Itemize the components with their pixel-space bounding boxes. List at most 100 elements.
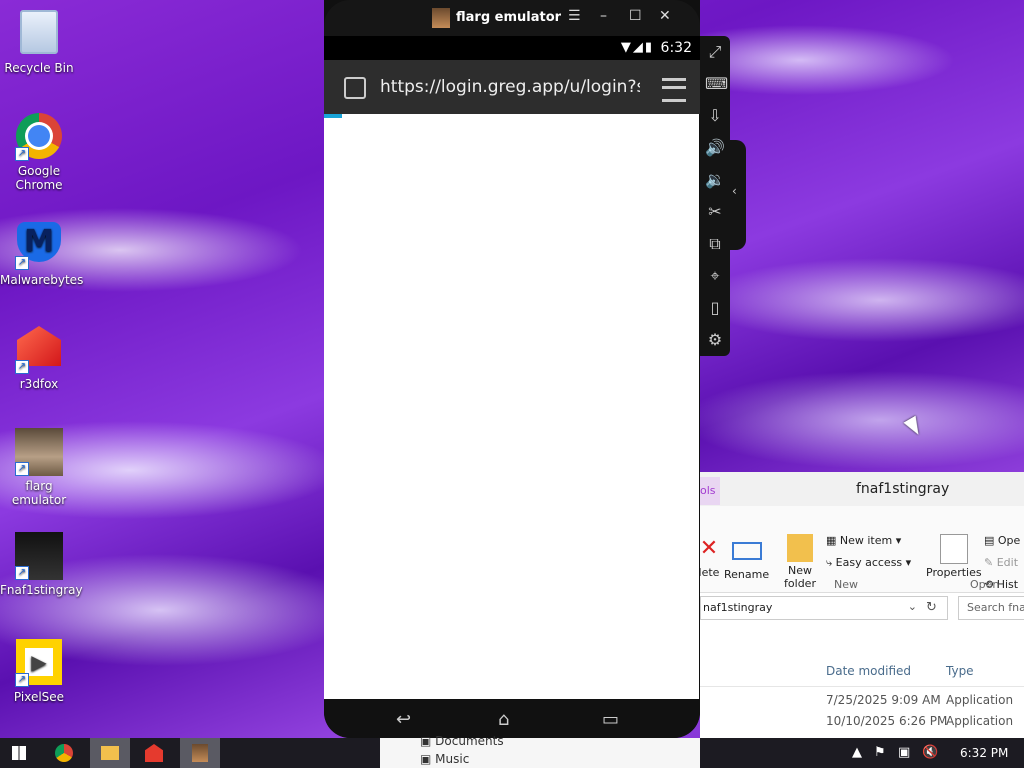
new-item-icon: ▦ xyxy=(826,534,840,547)
settings-gear-icon[interactable]: ⚙ xyxy=(705,330,725,350)
taskbar-clock[interactable]: 6:32 PM xyxy=(960,746,1008,760)
tabs-menu-icon[interactable] xyxy=(662,78,686,102)
address-bar[interactable]: naf1stingray ⌄ xyxy=(700,596,948,620)
folder-icon: ▣ xyxy=(420,752,436,766)
shortcut-arrow-icon: ↗ xyxy=(15,462,29,476)
r3dfox-icon: ↗ xyxy=(15,326,63,374)
delete-x-icon: ✕ xyxy=(700,536,719,561)
taskbar-flarg-emulator[interactable] xyxy=(180,738,220,768)
explorer-title: fnaf1stingray xyxy=(856,481,950,497)
nav-item-music[interactable]: ▣ Music xyxy=(420,752,469,766)
edit-button[interactable]: ✎ Edit xyxy=(984,556,1018,569)
open-icon: ▤ xyxy=(984,534,998,547)
desktop-icon-pixelsee[interactable]: ↗ PixelSee xyxy=(0,638,78,704)
new-folder-button[interactable]: New folder xyxy=(784,534,816,590)
file-explorer-window: ols fnaf1stingray ✕ lete Rename New fold… xyxy=(700,472,1024,738)
system-tray: ▲ ⚑ ▣ 🔇 6:32 PM xyxy=(700,738,1024,768)
taskbar-r3dfox[interactable] xyxy=(134,738,174,768)
home-icon[interactable]: ⌂ xyxy=(498,709,509,730)
table-row[interactable]: 7/25/2025 9:09 AM Application xyxy=(700,690,1024,711)
chrome-icon xyxy=(55,744,73,762)
volume-muted-icon[interactable]: 🔇 xyxy=(922,745,938,760)
search-placeholder: Search fnaf xyxy=(967,601,1024,614)
table-row[interactable]: 10/10/2025 6:26 PM Application xyxy=(700,711,1024,732)
desktop-icon-label: r3dfox xyxy=(19,377,59,391)
emulator-close-button[interactable]: ✕ xyxy=(659,8,671,24)
multi-instance-icon[interactable]: ⧉ xyxy=(705,234,725,254)
search-box[interactable]: Search fnaf xyxy=(958,596,1024,620)
emulator-titlebar[interactable]: flarg emulator ☰ – ☐ ✕ xyxy=(324,0,700,36)
screenshot-cut-icon[interactable]: ✂ xyxy=(705,202,725,222)
desktop-icon-label: Fnaf1stingray xyxy=(0,583,83,597)
flarg-emulator-icon xyxy=(192,744,208,762)
rename-button[interactable]: Rename xyxy=(724,536,769,581)
taskbar xyxy=(0,738,380,768)
site-lock-icon[interactable] xyxy=(344,77,366,99)
emulator-title: flarg emulator xyxy=(456,10,562,25)
install-apk-icon[interactable]: ⇩ xyxy=(705,106,725,126)
chevron-down-icon[interactable]: ⌄ xyxy=(908,600,917,613)
edit-icon: ✎ xyxy=(984,556,997,569)
explorer-ribbon: ✕ lete Rename New folder ▦ New item ▾ ⤷ … xyxy=(700,506,1024,593)
new-item-button[interactable]: ▦ New item ▾ xyxy=(826,534,901,547)
desktop-icon-label: flarg emulator xyxy=(11,479,67,507)
desktop-icon-label: PixelSee xyxy=(13,690,65,704)
properties-button[interactable]: Properties xyxy=(926,534,982,579)
shortcut-arrow-icon: ↗ xyxy=(15,673,29,687)
desktop-icon-google-chrome[interactable]: ↗ Google Chrome xyxy=(0,112,78,192)
desktop-icon-flarg-emulator[interactable]: ↗ flarg emulator xyxy=(0,428,78,507)
shake-icon[interactable]: ▯ xyxy=(705,298,725,318)
application-tools-tab[interactable]: ols xyxy=(700,477,720,505)
volume-down-icon[interactable]: 🔉 xyxy=(705,170,725,190)
emulator-maximize-button[interactable]: ☐ xyxy=(629,8,642,24)
nav-item-documents[interactable]: ▣ Documents xyxy=(420,734,504,748)
location-icon[interactable]: ⌖ xyxy=(705,266,725,286)
folder-icon: ▣ xyxy=(420,734,436,748)
web-content[interactable] xyxy=(324,114,699,699)
fnaf1stingray-icon: ↗ xyxy=(15,532,63,580)
desktop-icon-r3dfox[interactable]: ↗ r3dfox xyxy=(0,322,78,391)
column-type[interactable]: Type xyxy=(946,664,974,678)
shortcut-arrow-icon: ↗ xyxy=(15,256,29,270)
malwarebytes-icon: ↗ xyxy=(15,222,63,270)
mouse-cursor-icon xyxy=(903,415,925,439)
desktop-icon-label: Malwarebytes xyxy=(0,273,84,287)
ribbon-group-open: Open xyxy=(970,578,1000,591)
shortcut-arrow-icon: ↗ xyxy=(15,147,29,161)
taskbar-chrome[interactable] xyxy=(44,738,84,768)
show-hidden-icons-chevron-icon[interactable]: ▲ xyxy=(852,745,862,760)
taskbar-file-explorer[interactable] xyxy=(90,738,130,768)
start-button[interactable] xyxy=(0,738,40,768)
network-icon[interactable]: ▣ xyxy=(898,745,910,760)
emulator-window: flarg emulator ☰ – ☐ ✕ ▼◢▮ 6:32 https://… xyxy=(324,0,700,738)
address-path: naf1stingray xyxy=(703,601,773,614)
explorer-navigation-pane: ▣ Documents ▣ Music xyxy=(380,734,700,768)
desktop-icon-recycle-bin[interactable]: Recycle Bin xyxy=(0,6,78,75)
volume-up-icon[interactable]: 🔊 xyxy=(705,138,725,158)
desktop-icon-label: Google Chrome xyxy=(15,164,63,192)
emulator-sidebar: ⤢ ⌨ ⇩ 🔊 🔉 ✂ ⧉ ⌖ ▯ ⚙ xyxy=(700,36,730,356)
emulator-menu-button[interactable]: ☰ xyxy=(568,8,581,24)
desktop-icon-fnaf1stingray[interactable]: ↗ Fnaf1stingray xyxy=(0,532,83,597)
delete-button[interactable]: ✕ lete xyxy=(700,536,722,579)
properties-icon xyxy=(939,534,968,564)
explorer-titlebar[interactable]: ols fnaf1stingray xyxy=(700,472,1024,506)
shortcut-arrow-icon: ↗ xyxy=(15,566,29,580)
chevron-left-icon: ‹ xyxy=(732,184,737,198)
windows-logo-icon xyxy=(12,746,26,760)
flarg-emulator-icon: ↗ xyxy=(15,428,63,476)
refresh-icon[interactable]: ↻ xyxy=(926,600,937,615)
emulator-minimize-button[interactable]: – xyxy=(600,8,607,24)
fullscreen-icon[interactable]: ⤢ xyxy=(705,42,725,62)
back-icon[interactable]: ↩ xyxy=(396,709,411,730)
open-button[interactable]: ▤ Ope xyxy=(984,534,1020,547)
url-field[interactable]: https://login.greg.app/u/login?state xyxy=(380,77,640,97)
desktop-icon-label: Recycle Bin xyxy=(4,61,74,75)
keyboard-icon[interactable]: ⌨ xyxy=(705,74,728,94)
recents-icon[interactable]: ▭ xyxy=(602,709,619,730)
desktop-icon-malwarebytes[interactable]: ↗ Malwarebytes xyxy=(0,218,84,287)
column-date-modified[interactable]: Date modified xyxy=(826,664,911,678)
new-folder-icon xyxy=(787,534,813,562)
action-center-flag-icon[interactable]: ⚑ xyxy=(874,745,886,760)
easy-access-button[interactable]: ⤷ Easy access ▾ xyxy=(826,556,911,570)
